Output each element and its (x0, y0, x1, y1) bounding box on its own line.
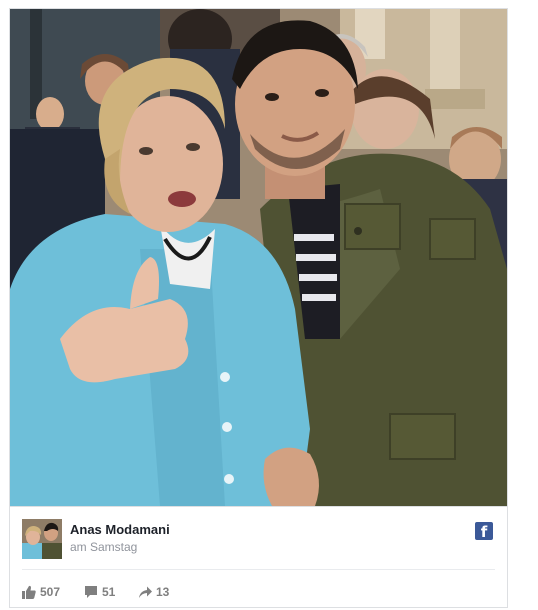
avatar[interactable] (22, 519, 62, 559)
facebook-logo-icon[interactable]: f (475, 522, 493, 540)
selfie-photo-illustration (10, 9, 507, 506)
shares-count: 13 (156, 585, 170, 599)
avatar-image (22, 519, 62, 559)
comments-count: 51 (102, 585, 116, 599)
thumbs-up-icon (22, 585, 36, 599)
post-photo[interactable] (10, 9, 507, 506)
post-footer: Anas Modamani am Samstag f 507 51 13 (10, 506, 507, 607)
author-name-link[interactable]: Anas Modamani (70, 522, 170, 537)
likes-count: 507 (40, 585, 61, 599)
facebook-post-card: Anas Modamani am Samstag f 507 51 13 (9, 8, 508, 608)
share-arrow-icon (139, 586, 152, 598)
speech-bubble-icon (85, 586, 97, 598)
post-timestamp[interactable]: am Samstag (70, 540, 137, 554)
footer-divider (22, 569, 495, 570)
